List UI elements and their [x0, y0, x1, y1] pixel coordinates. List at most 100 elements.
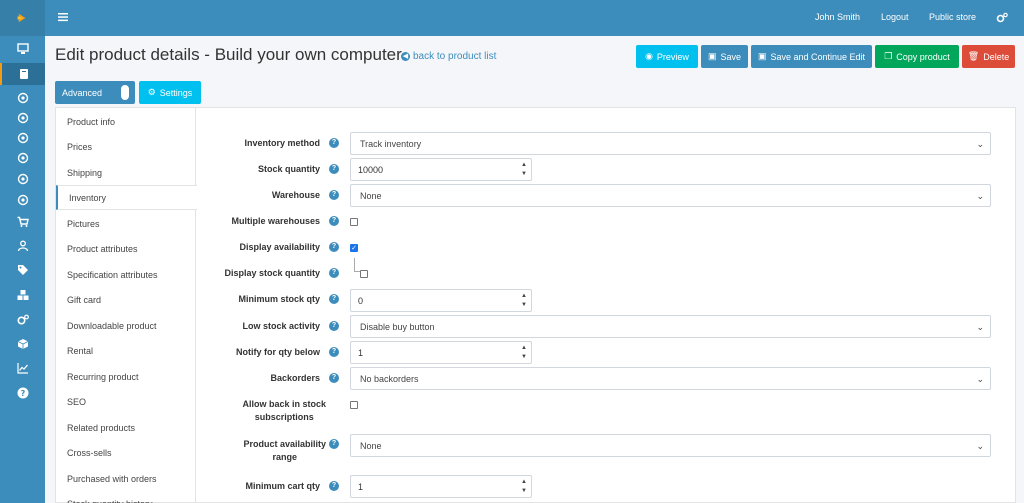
svg-text:?: ?	[20, 389, 25, 398]
warehouse-select[interactable]: None ⌄	[350, 184, 991, 207]
logo[interactable]	[0, 0, 45, 36]
copy-product-button[interactable]: ❐ Copy product	[875, 45, 959, 68]
circle-icon	[17, 194, 28, 206]
tab-related-products[interactable]: Related products	[56, 415, 196, 440]
sidebar-item-4[interactable]	[0, 147, 45, 169]
spinner-icon[interactable]: ▲ ▼	[521, 292, 527, 310]
save-button[interactable]: ▣ Save	[701, 45, 748, 68]
tab-purchased-with-orders[interactable]: Purchased with orders	[56, 466, 196, 491]
tab-rental[interactable]: Rental	[56, 338, 196, 363]
minimum-cart-qty-label: Minimum cart qty	[245, 481, 320, 491]
tab-product-info[interactable]: Product info	[56, 109, 196, 134]
sidebar-reports[interactable]	[0, 357, 45, 379]
availability-range-select[interactable]: None ⌄	[350, 434, 991, 457]
tab-cross-sells[interactable]: Cross-sells	[56, 440, 196, 465]
multiple-warehouses-checkbox[interactable]	[350, 218, 358, 226]
desktop-icon	[16, 43, 29, 54]
preview-button[interactable]: ◉ Preview	[636, 45, 698, 68]
backorders-value: No backorders	[360, 373, 419, 384]
sidebar-item-5[interactable]	[0, 168, 45, 190]
help-icon[interactable]: ?	[329, 138, 339, 148]
settings-label: Settings	[159, 87, 193, 98]
sidebar-sales[interactable]	[0, 211, 45, 233]
save-label: Save	[720, 51, 742, 62]
inventory-method-label: Inventory method	[244, 138, 320, 148]
user-name[interactable]: John Smith	[815, 12, 860, 22]
circle-icon	[17, 112, 28, 124]
toggle-switch[interactable]	[121, 85, 129, 100]
tags-icon	[17, 265, 28, 275]
cogs-icon	[16, 314, 29, 325]
notify-qty-below-input[interactable]: 1 ▲ ▼	[350, 341, 532, 364]
tab-gift-card[interactable]: Gift card	[56, 287, 196, 312]
tab-product-attributes[interactable]: Product attributes	[56, 236, 196, 261]
warehouse-label: Warehouse	[271, 190, 320, 200]
inventory-method-select[interactable]: Track inventory ⌄	[350, 132, 991, 155]
sidebar-item-6[interactable]	[0, 189, 45, 211]
low-stock-activity-select[interactable]: Disable buy button ⌄	[350, 315, 991, 338]
chevron-down-icon: ⌄	[976, 322, 984, 332]
spinner-icon[interactable]: ▲ ▼	[521, 478, 527, 496]
notify-qty-below-value: 1	[358, 347, 364, 358]
help-icon[interactable]: ?	[329, 242, 339, 252]
back-to-list-link[interactable]: ◀ back to product list	[401, 51, 496, 62]
circle-icon	[17, 152, 28, 164]
sidebar-dashboard[interactable]	[0, 38, 45, 60]
minimum-cart-qty-input[interactable]: 1 ▲ ▼	[350, 475, 532, 498]
display-stock-quantity-checkbox[interactable]	[360, 270, 368, 278]
sidebar-system[interactable]	[0, 333, 45, 355]
display-availability-checkbox[interactable]: ✓	[350, 244, 358, 252]
back-link-label: back to product list	[413, 51, 497, 62]
help-icon[interactable]: ?	[329, 321, 339, 331]
help-icon[interactable]: ?	[329, 373, 339, 383]
stock-quantity-input[interactable]: 10000 ▲ ▼	[350, 158, 532, 181]
settings-button[interactable]: ⚙ Settings	[139, 81, 201, 104]
help-icon[interactable]: ?	[329, 268, 339, 278]
minimum-stock-qty-value: 0	[358, 295, 364, 306]
logout-link[interactable]: Logout	[881, 12, 909, 22]
sidebar-promotions[interactable]	[0, 259, 45, 281]
top-navbar: John Smith Logout Public store	[45, 0, 1024, 36]
tab-recurring-product[interactable]: Recurring product	[56, 364, 196, 389]
sidebar-content[interactable]	[0, 284, 45, 306]
minimum-stock-qty-label: Minimum stock qty	[238, 294, 320, 304]
notify-qty-below-label: Notify for qty below	[236, 347, 320, 357]
sidebar-configuration[interactable]	[0, 309, 45, 331]
hamburger-icon[interactable]	[58, 12, 68, 22]
public-store-link[interactable]: Public store	[929, 12, 976, 22]
save-continue-button[interactable]: ▣ Save and Continue Edit	[751, 45, 872, 68]
circle-icon	[17, 92, 28, 104]
tab-pictures[interactable]: Pictures	[56, 211, 196, 236]
sidebar-catalog[interactable]	[0, 63, 45, 85]
tab-shipping[interactable]: Shipping	[56, 160, 196, 185]
help-icon[interactable]: ?	[329, 481, 339, 491]
sidebar-customers[interactable]	[0, 235, 45, 257]
question-icon: ?	[17, 387, 28, 399]
minimum-stock-qty-input[interactable]: 0 ▲ ▼	[350, 289, 532, 312]
sidebar-item-1[interactable]	[0, 87, 45, 109]
spinner-icon[interactable]: ▲ ▼	[521, 161, 527, 179]
help-icon[interactable]: ?	[329, 294, 339, 304]
spinner-icon[interactable]: ▲ ▼	[521, 344, 527, 362]
tab-specification-attributes[interactable]: Specification attributes	[56, 262, 196, 287]
tab-inventory[interactable]: Inventory	[56, 185, 197, 210]
help-icon[interactable]: ?	[329, 190, 339, 200]
tab-prices[interactable]: Prices	[56, 134, 196, 159]
delete-button[interactable]: 🗑 Delete	[962, 45, 1015, 68]
backorders-select[interactable]: No backorders ⌄	[350, 367, 991, 390]
gear-icon[interactable]	[996, 12, 1008, 24]
sidebar-item-2[interactable]	[0, 107, 45, 129]
circle-icon	[17, 173, 28, 185]
sidebar-help[interactable]: ?	[0, 382, 45, 404]
help-icon[interactable]: ?	[329, 347, 339, 357]
tab-downloadable-product[interactable]: Downloadable product	[56, 313, 196, 338]
back-in-stock-checkbox[interactable]	[350, 401, 358, 409]
help-icon[interactable]: ?	[329, 439, 339, 449]
main-sidebar: ?	[0, 0, 45, 503]
tab-seo[interactable]: SEO	[56, 389, 196, 414]
help-icon[interactable]: ?	[329, 164, 339, 174]
tab-stock-quantity-history[interactable]: Stock quantity history	[56, 491, 196, 503]
advanced-mode-toggle[interactable]: Advanced	[55, 81, 135, 104]
help-icon[interactable]: ?	[329, 216, 339, 226]
sidebar-item-3[interactable]	[0, 127, 45, 149]
